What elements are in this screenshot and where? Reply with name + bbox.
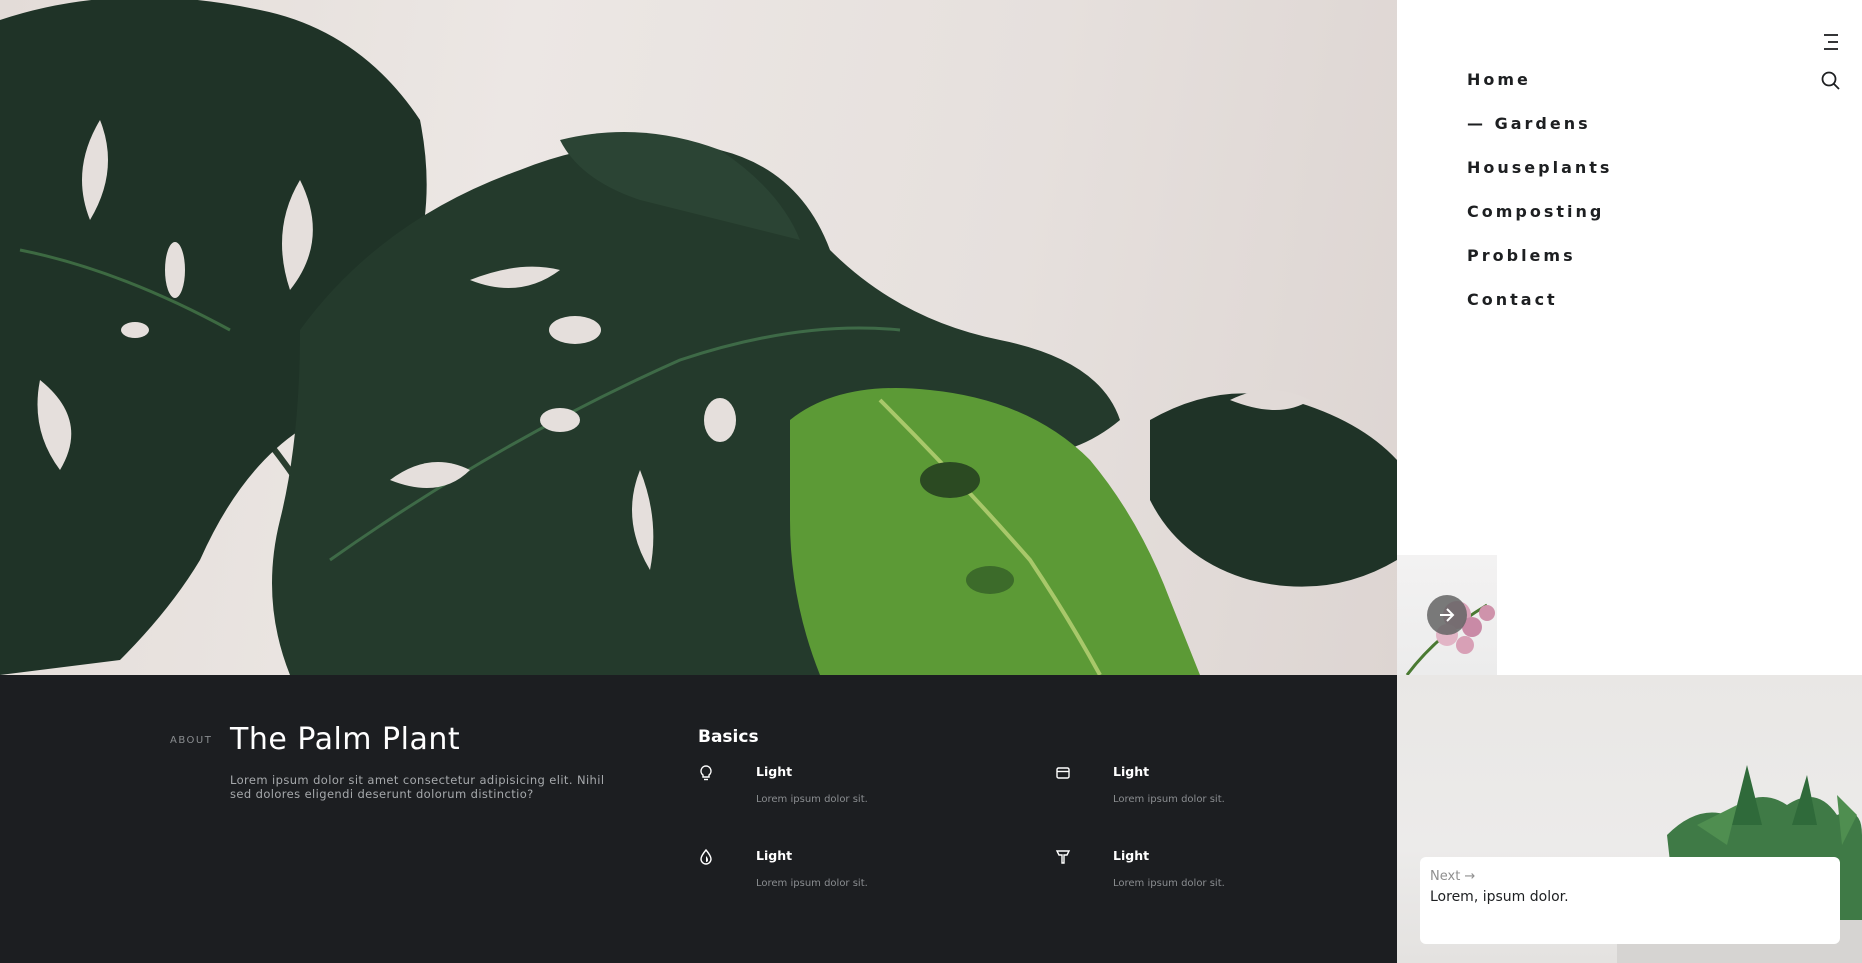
nav-item-home[interactable]: Home [1467,68,1612,112]
basic-item-light: Light Lorem ipsum dolor sit. [698,848,998,908]
search-icon[interactable] [1818,68,1842,92]
next-title[interactable]: Lorem, ipsum dolor. [1430,889,1569,905]
basic-item-label: Light [756,848,793,863]
next-slide-button[interactable] [1427,595,1467,635]
next-preview: Next → Lorem, ipsum dolor. [1397,675,1862,963]
basic-item-label: Light [1113,764,1150,779]
about-title: The Palm Plant [230,722,461,757]
next-article-card[interactable]: Next → Lorem, ipsum dolor. [1420,857,1840,944]
about-description: Lorem ipsum dolor sit amet consectetur a… [230,773,605,801]
arrow-right-icon [1440,608,1455,622]
nav-item-problems[interactable]: Problems [1467,244,1612,288]
basic-item-light: Light Lorem ipsum dolor sit. [698,764,998,824]
main-nav: Home — Gardens Houseplants Composting Pr… [1467,68,1612,332]
basic-item-text: Lorem ipsum dolor sit. [756,878,868,889]
nav-item-houseplants[interactable]: Houseplants [1467,156,1612,200]
basic-item-text: Lorem ipsum dolor sit. [756,794,868,805]
basic-item-light: Light Lorem ipsum dolor sit. [1055,764,1355,824]
nav-item-gardens[interactable]: — Gardens [1467,112,1612,156]
hero-image [0,0,1397,675]
nav-item-contact[interactable]: Contact [1467,288,1612,332]
trowel-icon [1055,850,1071,864]
basic-item-label: Light [756,764,793,779]
basics-title: Basics [698,727,759,747]
water-drop-icon [700,848,712,865]
next-label: Next → [1430,869,1476,884]
lightbulb-icon [700,765,712,781]
about-kicker: ABOUT [170,735,213,746]
calendar-icon [1056,767,1070,779]
about-section: ABOUT The Palm Plant Lorem ipsum dolor s… [0,675,1397,963]
basic-item-light: Light Lorem ipsum dolor sit. [1055,848,1355,908]
basic-item-text: Lorem ipsum dolor sit. [1113,794,1225,805]
menu-lines-icon[interactable] [1818,32,1842,52]
nav-item-composting[interactable]: Composting [1467,200,1612,244]
monstera-illustration [0,0,1397,675]
basic-item-text: Lorem ipsum dolor sit. [1113,878,1225,889]
basic-item-label: Light [1113,848,1150,863]
